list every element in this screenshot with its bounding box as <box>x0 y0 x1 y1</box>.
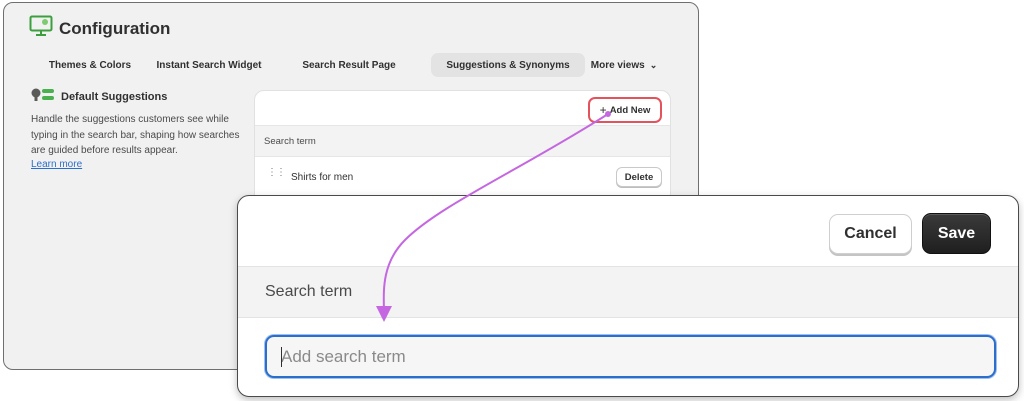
tab-label: More views <box>590 59 645 71</box>
search-term-input[interactable] <box>265 335 996 378</box>
monitor-settings-icon <box>29 15 53 42</box>
save-button[interactable]: Save <box>922 213 991 254</box>
suggestions-toggle-icon <box>31 87 55 108</box>
add-new-button[interactable]: + Add New <box>588 97 662 123</box>
text-caret <box>281 347 282 367</box>
default-suggestions-section: Default Suggestions Handle the suggestio… <box>31 88 241 170</box>
section-title: Default Suggestions <box>61 91 168 103</box>
tab-bar: Themes & Colors Instant Search Widget Se… <box>29 53 663 77</box>
tab-label: Instant Search Widget <box>156 59 262 71</box>
tab-label: Suggestions & Synonyms <box>446 59 570 71</box>
page-title: Configuration <box>59 18 171 38</box>
add-new-label: Add New <box>609 104 651 116</box>
chevron-down-icon: ⌄ <box>649 59 658 70</box>
drag-handle-icon[interactable]: ⋮⋮ <box>267 168 286 178</box>
zoomed-add-term-panel: Cancel Save Search term <box>237 195 1019 397</box>
learn-more-link[interactable]: Learn more <box>31 159 241 170</box>
column-header-search-term: Search term <box>255 125 670 157</box>
plus-icon: + <box>599 103 607 117</box>
tab-label: Search Result Page <box>302 59 396 71</box>
tab-instant-search-widget[interactable]: Instant Search Widget <box>151 53 267 77</box>
section-header: Default Suggestions <box>31 88 241 106</box>
tab-search-result-page[interactable]: Search Result Page <box>267 53 431 77</box>
table-row: ⋮⋮ Shirts for men Delete <box>255 157 670 197</box>
cancel-button[interactable]: Cancel <box>829 214 912 254</box>
section-description: Handle the suggestions customers see whi… <box>31 114 240 156</box>
page-header: Configuration <box>29 15 170 42</box>
suggestions-card: + Add New Search term ⋮⋮ Shirts for men … <box>254 90 671 210</box>
new-term-row <box>238 318 1018 396</box>
tab-label: Themes & Colors <box>48 59 132 71</box>
tab-more-views[interactable]: More views ⌄ <box>585 53 663 77</box>
tab-suggestions-synonyms[interactable]: Suggestions & Synonyms <box>431 53 585 77</box>
zoom-toolbar: Cancel Save <box>238 196 1018 266</box>
zoom-column-header: Search term <box>238 266 1018 318</box>
card-toolbar: + Add New <box>255 91 670 125</box>
delete-button[interactable]: Delete <box>616 167 662 187</box>
row-search-term: Shirts for men <box>291 171 354 183</box>
tab-themes-colors[interactable]: Themes & Colors <box>29 53 151 77</box>
